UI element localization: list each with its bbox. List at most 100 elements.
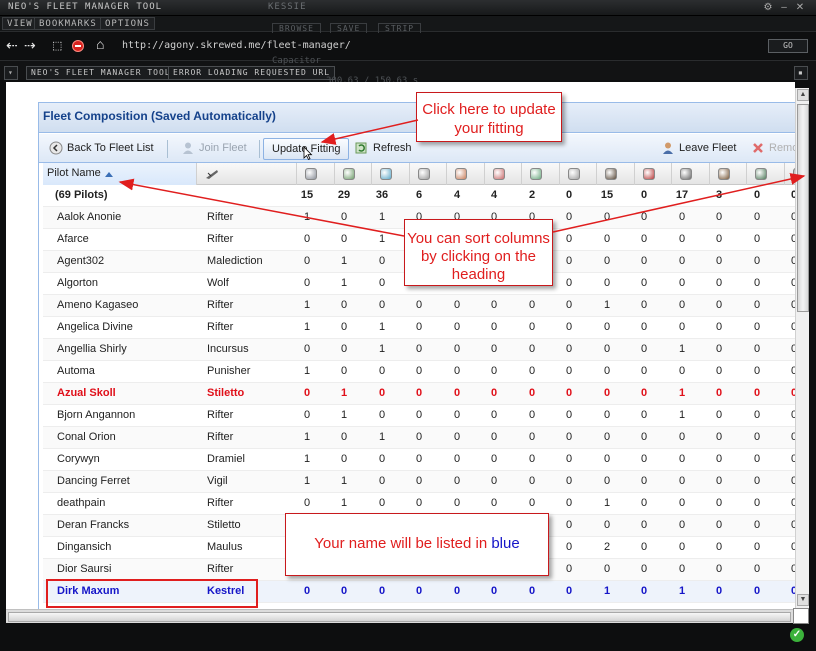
module-count-cell: 0	[453, 431, 461, 443]
table-row[interactable]: Ameno Kagaseo Rifter 1 0 0 0 0 0 0 0 1 0 0 0 0 0	[43, 295, 795, 317]
module-count-cell: 0	[303, 585, 311, 597]
table-row[interactable]: Dancing Ferret Vigil 1 1 0 0 0 0 0 0 0 0 0 0 0 0	[43, 471, 795, 493]
module-column-header[interactable]	[560, 163, 597, 185]
module-count-cell: 0	[340, 211, 348, 223]
horizontal-scroll-thumb[interactable]	[8, 612, 791, 622]
module-column-header[interactable]	[372, 163, 410, 185]
module-count-cell: 0	[490, 409, 498, 421]
module-count-cell: 0	[640, 343, 648, 355]
table-row[interactable]: Automa Punisher 1 0 0 0 0 0 0 0 0 0 0 0 0 0	[43, 361, 795, 383]
module-count-cell: 0	[340, 431, 348, 443]
module-count-cell: 0	[715, 277, 723, 289]
ship-column-header[interactable]	[197, 163, 297, 185]
total-row[interactable]: (69 Pilots) 15 29 36 6 4 4 2 0 15 0 17 3 0 0	[43, 185, 795, 207]
module-column-header[interactable]	[447, 163, 485, 185]
module-count-cell: 0	[528, 387, 536, 399]
app-window: NEO'S FLEET MANAGER TOOL KESSIE ⚙ – ✕ VI…	[0, 0, 816, 651]
table-row[interactable]: deathpain Rifter 0 1 0 0 0 0 0 0 1 0 0 0 0 0	[43, 493, 795, 515]
tab-error[interactable]: ERROR LOADING REQUESTED URL	[168, 66, 336, 80]
module-count-cell: 0	[790, 211, 795, 223]
module-column-header[interactable]	[297, 163, 335, 185]
module-column-header[interactable]	[710, 163, 747, 185]
stop-icon[interactable]	[72, 40, 84, 52]
module-count-cell: 0	[640, 453, 648, 465]
pilot-name-cell: Corywyn	[57, 453, 100, 465]
module-count-cell: 0	[640, 585, 648, 597]
scroll-thumb[interactable]	[797, 104, 809, 312]
update-fitting-button[interactable]: Update Fitting	[263, 138, 350, 160]
module-count-cell: 1	[340, 475, 348, 487]
module-count-cell: 0	[565, 519, 573, 531]
tab-fleet-manager[interactable]: NEO'S FLEET MANAGER TOOL	[26, 66, 176, 80]
module-count-cell: 0	[303, 277, 311, 289]
vertical-scrollbar[interactable]: ▲ ▼	[795, 88, 809, 608]
table-row[interactable]: Conal Orion Rifter 1 0 1 0 0 0 0 0 0 0 0 0 0 0	[43, 427, 795, 449]
pilot-name-column-header[interactable]: Pilot Name	[43, 163, 197, 185]
module-column-header[interactable]	[747, 163, 785, 185]
module-count-cell: 0	[678, 563, 686, 575]
minimize-icon[interactable]: –	[778, 2, 790, 14]
module-icon	[455, 168, 467, 180]
menu-options[interactable]: OPTIONS	[100, 17, 155, 30]
refresh-button[interactable]: Refresh	[353, 138, 412, 160]
module-column-header[interactable]	[785, 163, 795, 185]
module-count-cell: 0	[453, 497, 461, 509]
menu-bookmarks[interactable]: BOOKMARKS	[34, 17, 102, 30]
leave-fleet-button[interactable]: Leave Fleet	[659, 138, 736, 160]
module-count-cell: 0	[340, 585, 348, 597]
module-count-cell: 0	[678, 541, 686, 553]
join-fleet-button[interactable]: Join Fleet	[179, 138, 247, 160]
pilot-name-cell: Deran Francks	[57, 519, 130, 531]
module-count-cell: 0	[603, 409, 611, 421]
tab-scroll-icon[interactable]: ▪	[794, 66, 808, 80]
table-row[interactable]: Corywyn Dramiel 1 0 0 0 0 0 0 0 0 0 0 0 0 0	[43, 449, 795, 471]
back-arrow-icon[interactable]: ⇠	[6, 37, 18, 53]
your-name-callout-text: Your name will be listed in	[314, 535, 492, 552]
module-count-cell: 0	[603, 321, 611, 333]
scroll-down-icon[interactable]: ▼	[797, 594, 809, 606]
module-count-cell: 0	[678, 255, 686, 267]
module-count-cell: 1	[303, 431, 311, 443]
ship-cell: Rifter	[207, 497, 234, 509]
module-count-cell: 0	[715, 563, 723, 575]
cursor-select-icon[interactable]: ⬚	[52, 38, 62, 54]
remove-button[interactable]: Remo	[749, 138, 795, 160]
close-icon[interactable]: ✕	[794, 2, 806, 14]
module-column-header[interactable]	[410, 163, 447, 185]
module-column-header[interactable]	[635, 163, 672, 185]
module-column-header[interactable]	[597, 163, 635, 185]
table-row[interactable]: Bjorn Angannon Rifter 0 1 0 0 0 0 0 0 0 0 1 0 0 0	[43, 405, 795, 427]
module-count-cell: 0	[415, 409, 423, 421]
table-row[interactable]: Angellia Shirly Incursus 0 0 1 0 0 0 0 0 0 0 1 0 0 0	[43, 339, 795, 361]
go-button[interactable]: GO	[768, 39, 808, 53]
menu-view[interactable]: VIEW	[2, 17, 38, 30]
module-column-header[interactable]	[522, 163, 560, 185]
module-count-cell: 0	[528, 365, 536, 377]
table-row[interactable]: Azual Skoll Stiletto 0 1 0 0 0 0 0 0 0 0 1 0 0 0	[43, 383, 795, 405]
module-column-header[interactable]	[672, 163, 710, 185]
module-count-cell: 1	[340, 277, 348, 289]
module-count-cell: 0	[603, 519, 611, 531]
back-to-fleet-list-button[interactable]: Back To Fleet List	[47, 138, 154, 160]
back-to-fleet-list-label: Back To Fleet List	[67, 142, 154, 154]
module-count-cell: 0	[378, 277, 386, 289]
scroll-up-icon[interactable]: ▲	[797, 89, 809, 101]
module-count-cell: 0	[378, 255, 386, 267]
forward-arrow-icon[interactable]: ⇢	[24, 37, 36, 53]
module-icon	[380, 168, 392, 180]
module-column-header[interactable]	[485, 163, 522, 185]
module-count-cell: 0	[753, 189, 761, 201]
toolbar-divider	[167, 140, 168, 158]
ship-cell: Dramiel	[207, 453, 245, 465]
module-column-header[interactable]	[335, 163, 372, 185]
toolbar-divider	[259, 140, 260, 158]
home-icon[interactable]: ⌂	[96, 36, 104, 52]
module-count-cell: 0	[565, 431, 573, 443]
url-bar[interactable]: http://agony.skrewed.me/fleet-manager/	[122, 39, 762, 53]
settings-icon[interactable]: ⚙	[762, 2, 774, 14]
horizontal-scrollbar[interactable]	[6, 609, 795, 623]
tab-menu-icon[interactable]: ▾	[4, 66, 18, 80]
table-row[interactable]: Angelica Divine Rifter 1 0 1 0 0 0 0 0 0 0 0 0 0 0	[43, 317, 795, 339]
module-count-cell: 0	[790, 497, 795, 509]
module-count-cell: 0	[678, 431, 686, 443]
